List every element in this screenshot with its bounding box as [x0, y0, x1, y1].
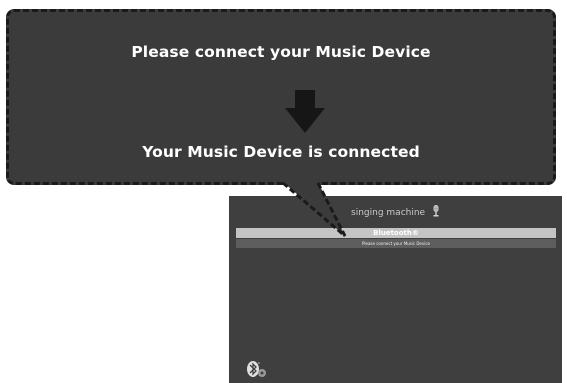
down-arrow-icon	[285, 90, 325, 133]
brand-header: singing machine	[229, 205, 562, 220]
callout-instruction: Please connect your Music Device	[131, 43, 431, 61]
bluetooth-menu-header[interactable]: Bluetooth®	[236, 228, 556, 238]
device-screen: singing machine Bluetooth® Please connec…	[229, 196, 562, 383]
callout-result: Your Music Device is connected	[142, 143, 420, 161]
brand-name: singing machine	[351, 208, 426, 218]
bluetooth-icon	[246, 359, 272, 379]
connection-status-message: Please connect your Music Device	[236, 239, 556, 248]
microphone-icon	[432, 205, 440, 220]
instruction-callout: Please connect your Music Device Your Mu…	[6, 9, 556, 185]
